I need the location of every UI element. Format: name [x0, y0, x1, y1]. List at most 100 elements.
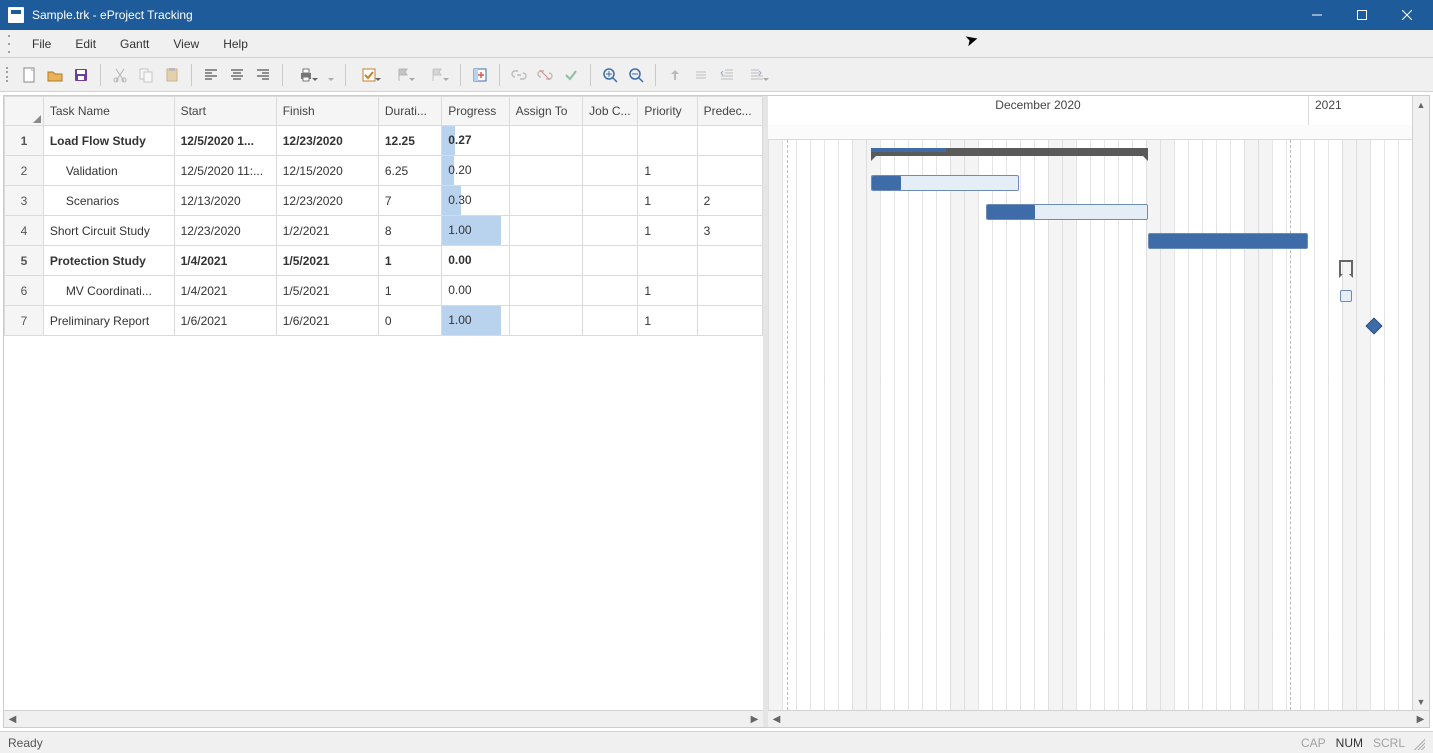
cell-pred[interactable] [697, 276, 762, 306]
row-number[interactable]: 6 [5, 276, 44, 306]
cell-assign[interactable] [509, 126, 583, 156]
select-all-header[interactable] [5, 97, 44, 126]
row-number[interactable]: 7 [5, 306, 44, 336]
toolbar-grip[interactable] [6, 65, 12, 85]
cell-finish[interactable]: 1/6/2021 [276, 306, 378, 336]
scroll-right-icon[interactable]: ▶ [1412, 711, 1429, 728]
row-number[interactable]: 1 [5, 126, 44, 156]
cell-progress[interactable]: 0.20 [442, 156, 509, 186]
cell-job[interactable] [583, 276, 638, 306]
outdent-button[interactable] [715, 63, 739, 87]
cell-dur[interactable]: 7 [378, 186, 441, 216]
col-priority[interactable]: Priority [638, 97, 697, 126]
indent-button[interactable] [741, 63, 773, 87]
col-predecessors[interactable]: Predec... [697, 97, 762, 126]
cell-progress[interactable]: 1.00 [442, 306, 509, 336]
cell-prio[interactable] [638, 126, 697, 156]
left-hscroll[interactable]: ◀ ▶ [4, 710, 763, 727]
scroll-right-icon[interactable]: ▶ [746, 711, 763, 728]
gantt-bar-task-2[interactable] [871, 175, 1019, 191]
cell-task-name[interactable]: Short Circuit Study [43, 216, 174, 246]
right-vscroll[interactable]: ▲ ▼ [1412, 96, 1429, 710]
row-number[interactable]: 2 [5, 156, 44, 186]
scroll-left-icon[interactable]: ◀ [768, 711, 785, 728]
cell-assign[interactable] [509, 186, 583, 216]
menu-file[interactable]: File [20, 33, 63, 55]
gantt-task-6[interactable] [1340, 290, 1352, 302]
cell-start[interactable]: 1/4/2021 [174, 246, 276, 276]
move-up-button[interactable] [663, 63, 687, 87]
cell-assign[interactable] [509, 246, 583, 276]
cell-assign[interactable] [509, 306, 583, 336]
cut-button[interactable] [108, 63, 132, 87]
table-row[interactable]: 1Load Flow Study12/5/2020 1...12/23/2020… [5, 126, 763, 156]
col-task-name[interactable]: Task Name [43, 97, 174, 126]
gantt-bar-summary-1[interactable] [871, 148, 1148, 156]
table-row[interactable]: 6MV Coordinati...1/4/20211/5/202110.001 [5, 276, 763, 306]
cell-prio[interactable]: 1 [638, 276, 697, 306]
cell-job[interactable] [583, 126, 638, 156]
cell-dur[interactable]: 1 [378, 246, 441, 276]
new-button[interactable] [17, 63, 41, 87]
cell-job[interactable] [583, 186, 638, 216]
cell-progress[interactable]: 0.27 [442, 126, 509, 156]
col-progress[interactable]: Progress [442, 97, 509, 126]
table-row[interactable]: 5Protection Study1/4/20211/5/202110.00 [5, 246, 763, 276]
row-number[interactable]: 3 [5, 186, 44, 216]
menu-gantt[interactable]: Gantt [108, 33, 161, 55]
scroll-down-icon[interactable]: ▼ [1413, 693, 1429, 710]
col-start[interactable]: Start [174, 97, 276, 126]
gantt-bar-task-3[interactable] [986, 204, 1148, 220]
minimize-button[interactable] [1294, 0, 1339, 30]
accept-button[interactable] [559, 63, 583, 87]
cell-finish[interactable]: 12/23/2020 [276, 126, 378, 156]
scroll-up-icon[interactable]: ▲ [1413, 96, 1429, 113]
cell-assign[interactable] [509, 216, 583, 246]
cell-job[interactable] [583, 306, 638, 336]
cell-start[interactable]: 12/5/2020 11:... [174, 156, 276, 186]
cell-pred[interactable] [697, 306, 762, 336]
menu-edit[interactable]: Edit [63, 33, 108, 55]
menubar-grip[interactable] [8, 35, 14, 53]
cell-job[interactable] [583, 216, 638, 246]
align-center-button[interactable] [225, 63, 249, 87]
task-grid[interactable]: Task Name Start Finish Durati... Progres… [4, 96, 763, 336]
move-down-button[interactable] [689, 63, 713, 87]
gantt-summary-5[interactable] [1339, 260, 1353, 274]
cell-start[interactable]: 12/23/2020 [174, 216, 276, 246]
copy-button[interactable] [134, 63, 158, 87]
cell-finish[interactable]: 1/2/2021 [276, 216, 378, 246]
gantt-bar-task-4[interactable] [1148, 233, 1308, 249]
cell-start[interactable]: 12/13/2020 [174, 186, 276, 216]
cell-dur[interactable]: 6.25 [378, 156, 441, 186]
resize-grip-icon[interactable] [1411, 736, 1425, 750]
table-row[interactable]: 3Scenarios12/13/202012/23/202070.3012 [5, 186, 763, 216]
cell-job[interactable] [583, 156, 638, 186]
col-finish[interactable]: Finish [276, 97, 378, 126]
dropdown-button[interactable] [324, 63, 338, 87]
cell-prio[interactable]: 1 [638, 216, 697, 246]
col-assign-to[interactable]: Assign To [509, 97, 583, 126]
cell-start[interactable]: 1/4/2021 [174, 276, 276, 306]
cell-task-name[interactable]: Preliminary Report [43, 306, 174, 336]
cell-task-name[interactable]: Validation [43, 156, 174, 186]
cell-dur[interactable]: 8 [378, 216, 441, 246]
cell-assign[interactable] [509, 276, 583, 306]
cell-finish[interactable]: 1/5/2021 [276, 276, 378, 306]
flag2-dropdown[interactable] [421, 63, 453, 87]
flag-dropdown[interactable] [387, 63, 419, 87]
zoom-in-button[interactable] [598, 63, 622, 87]
cell-prio[interactable] [638, 246, 697, 276]
cell-finish[interactable]: 12/15/2020 [276, 156, 378, 186]
link-button[interactable] [507, 63, 531, 87]
cell-prio[interactable]: 1 [638, 306, 697, 336]
open-button[interactable] [43, 63, 67, 87]
menu-help[interactable]: Help [211, 33, 260, 55]
cell-progress[interactable]: 1.00 [442, 216, 509, 246]
cell-task-name[interactable]: MV Coordinati... [43, 276, 174, 306]
cell-progress[interactable]: 0.30 [442, 186, 509, 216]
align-right-button[interactable] [251, 63, 275, 87]
close-button[interactable] [1384, 0, 1429, 30]
cell-pred[interactable]: 3 [697, 216, 762, 246]
row-number[interactable]: 5 [5, 246, 44, 276]
